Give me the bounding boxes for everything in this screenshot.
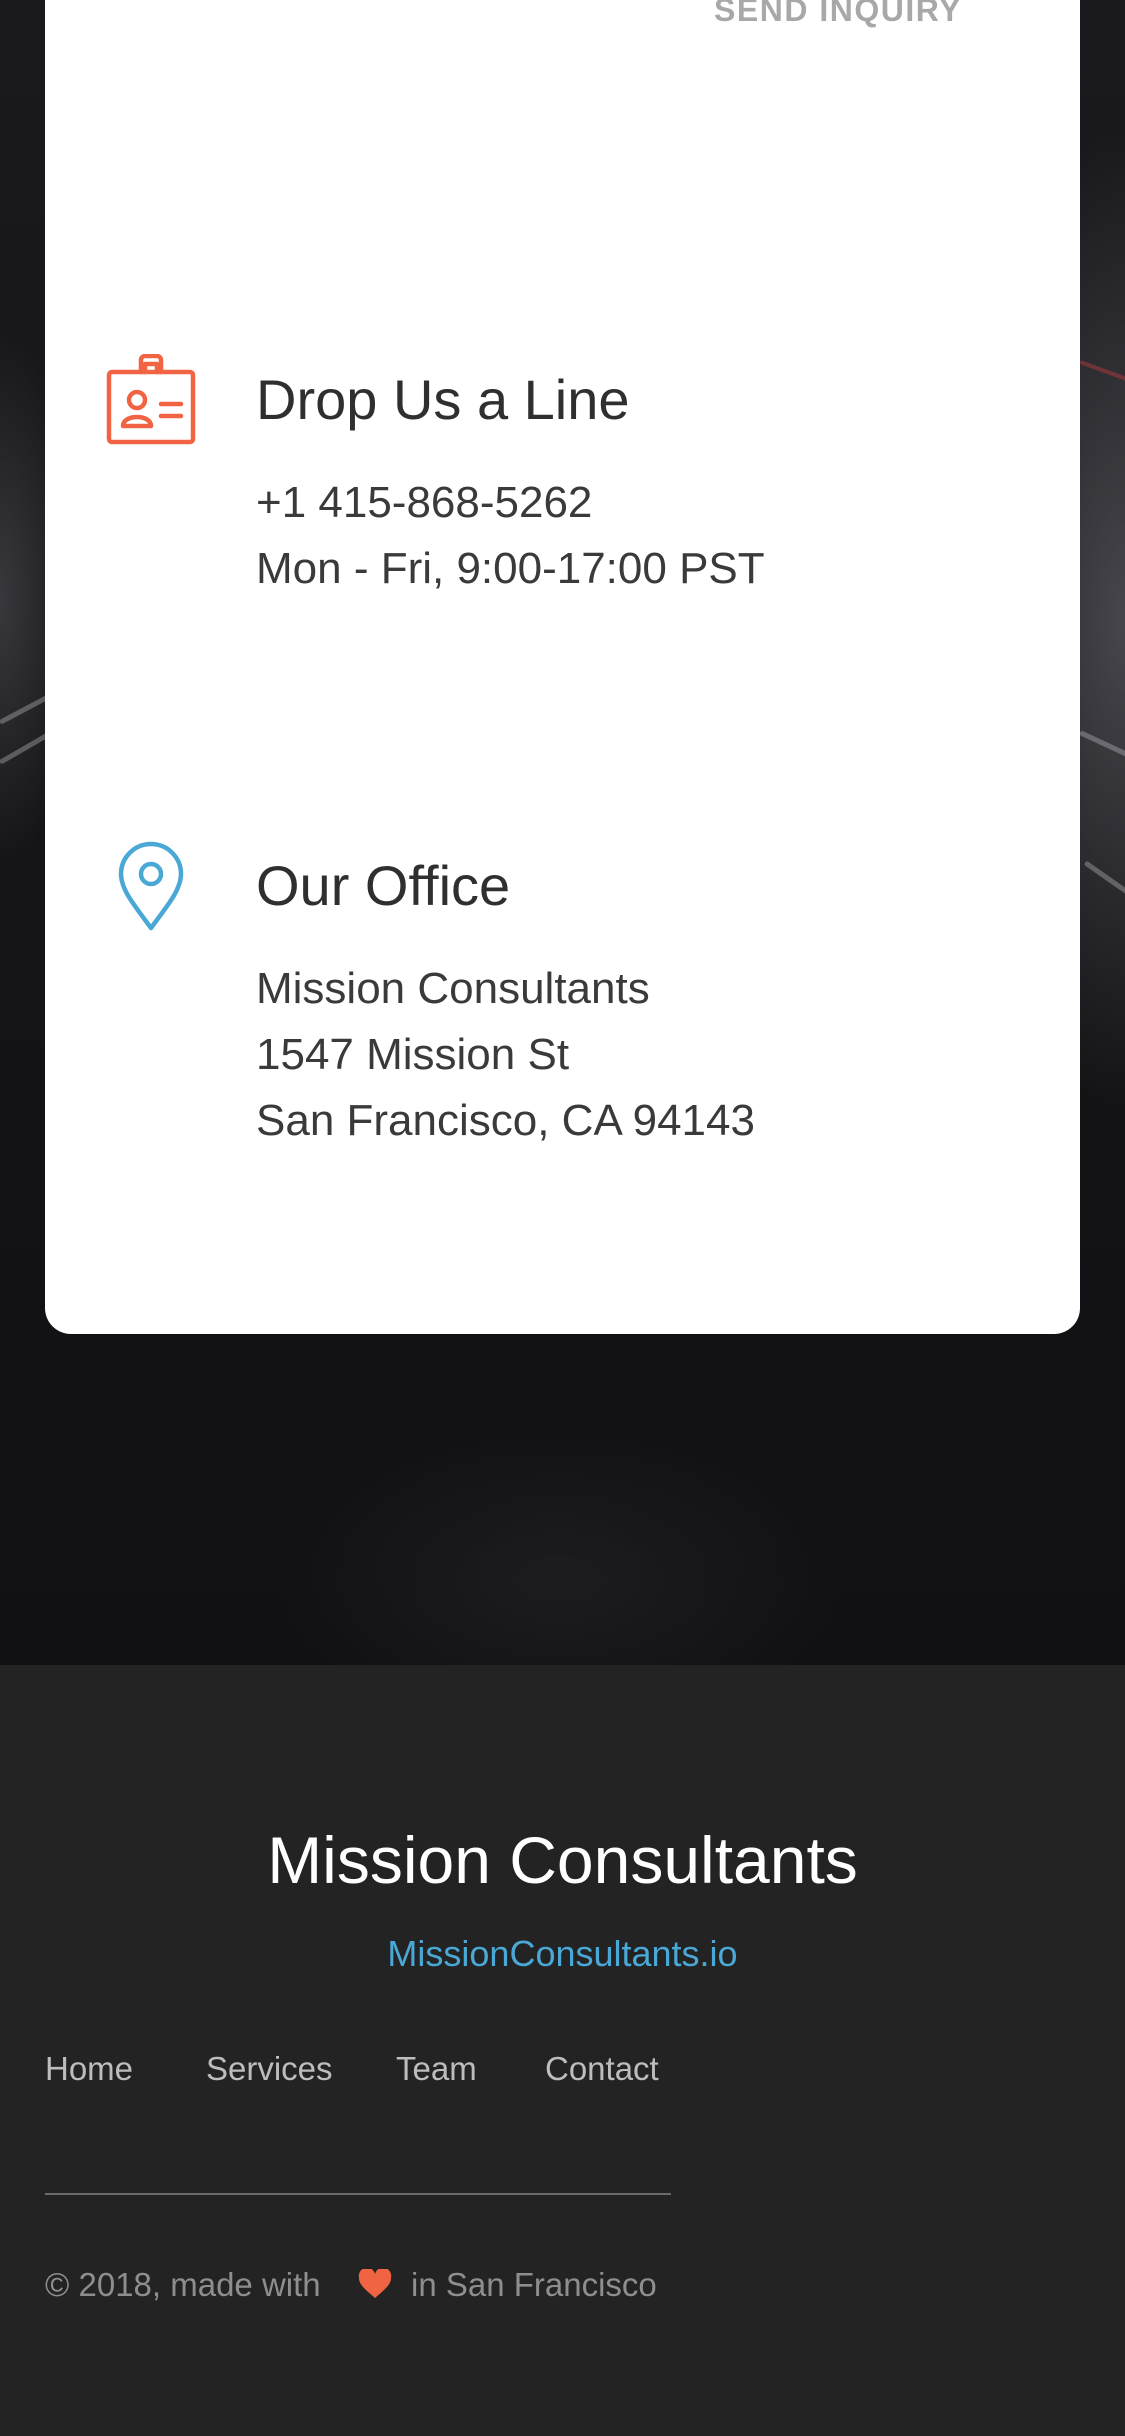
heart-icon [358, 2269, 392, 2298]
footer-nav-contact[interactable]: Contact [545, 2050, 659, 2088]
copyright-suffix: in San Francisco [411, 2266, 657, 2303]
send-inquiry-link[interactable]: SEND INQUIRY [714, 0, 962, 29]
footer: Mission Consultants MissionConsultants.i… [0, 1665, 1125, 2436]
contact-phone[interactable]: +1 415-868-5262 [256, 470, 592, 536]
footer-brand: Mission Consultants [267, 1823, 858, 1897]
footer-divider [45, 2193, 671, 2195]
map-pin-icon [118, 841, 184, 931]
office-company: Mission Consultants [256, 964, 650, 1013]
copyright-prefix: © 2018, made with [45, 2266, 321, 2303]
footer-nav-team[interactable]: Team [396, 2050, 477, 2088]
light-streak [1078, 730, 1125, 761]
id-badge-icon [106, 354, 196, 445]
light-streak [1083, 860, 1125, 897]
contact-title: Drop Us a Line [256, 368, 630, 431]
office-title: Our Office [256, 854, 511, 917]
footer-site-link[interactable]: MissionConsultants.io [0, 1933, 1125, 1975]
contact-hours: Mon - Fri, 9:00-17:00 PST [256, 544, 765, 593]
contact-card: SEND INQUIRY Drop Us a Line +1 415-868-5… [45, 0, 1080, 1334]
light-streak [1079, 360, 1125, 385]
office-city: San Francisco, CA 94143 [256, 1096, 755, 1145]
office-street: 1547 Mission St [256, 1030, 570, 1079]
footer-nav-home[interactable]: Home [45, 2050, 133, 2088]
footer-nav-services[interactable]: Services [206, 2050, 333, 2088]
